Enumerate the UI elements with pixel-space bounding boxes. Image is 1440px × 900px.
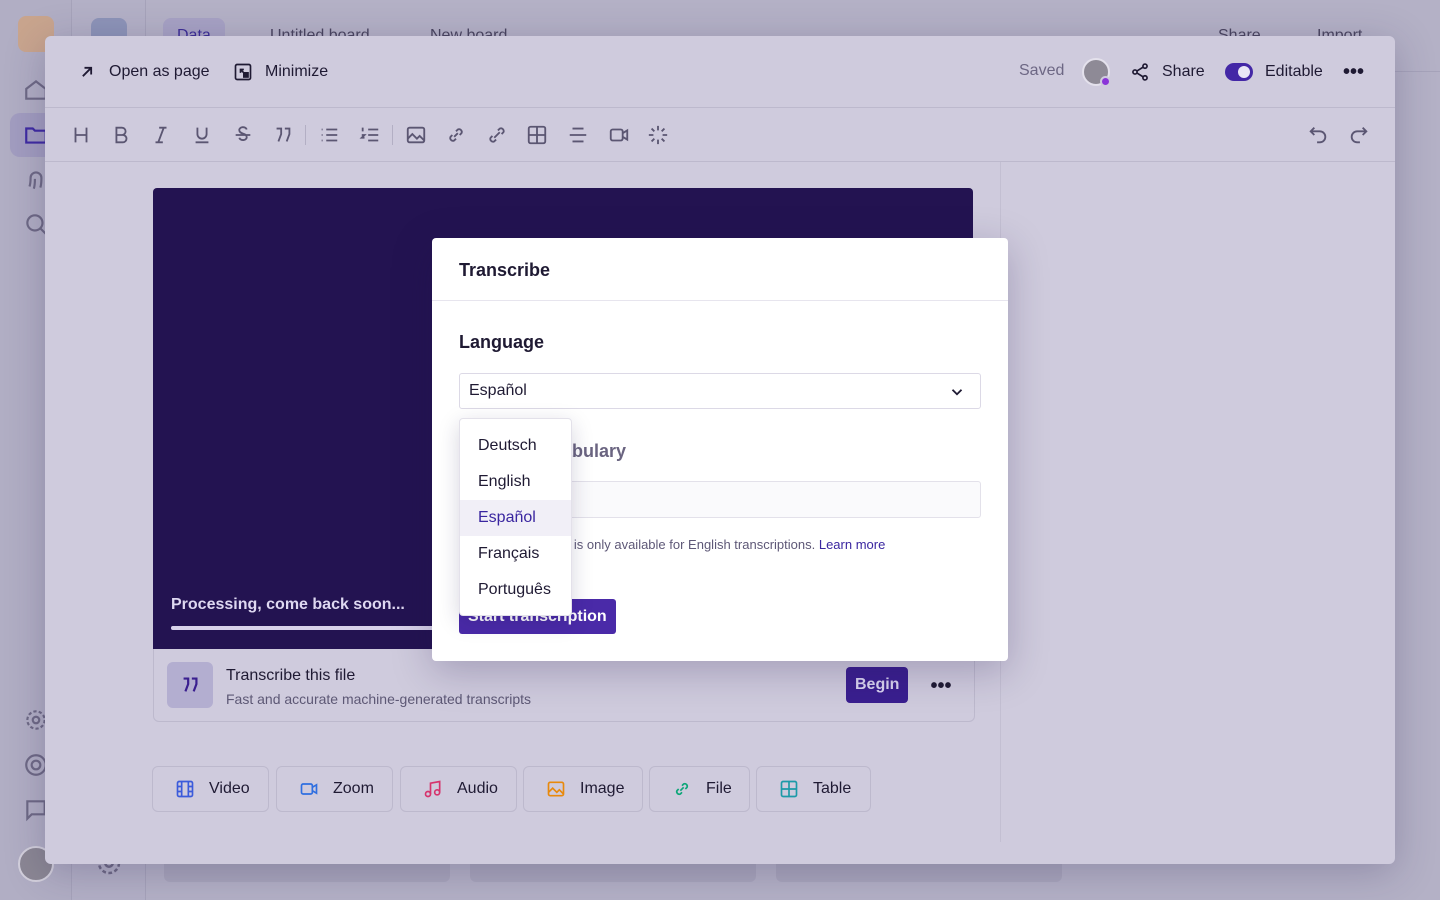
table-icon (780, 780, 798, 798)
open-as-page-label: Open as page (109, 63, 210, 80)
share-button[interactable]: Share (1130, 56, 1205, 88)
toggle-switch[interactable] (1225, 63, 1253, 81)
minimize-icon (234, 63, 252, 81)
language-select[interactable]: Español (459, 373, 981, 409)
chip-audio[interactable]: Audio (400, 766, 517, 812)
presence-dot (1100, 76, 1111, 87)
collaborator-avatar[interactable] (1082, 58, 1111, 87)
heading-icon[interactable] (68, 122, 94, 148)
option-deutsch[interactable]: Deutsch (460, 428, 571, 464)
transcribe-subtitle: Fast and accurate machine-generated tran… (226, 691, 532, 707)
option-english[interactable]: English (460, 464, 571, 500)
numbered-list-icon[interactable] (357, 122, 383, 148)
toolbar-divider (392, 125, 393, 145)
board-card (164, 864, 450, 882)
share-label: Share (1162, 63, 1205, 80)
language-label: Language (459, 332, 545, 352)
language-dropdown: Deutsch English Español Français Portugu… (459, 418, 572, 616)
selected-language: Español (469, 382, 527, 399)
underline-icon[interactable] (189, 122, 215, 148)
bullet-list-icon[interactable] (316, 122, 342, 148)
option-francais[interactable]: Français (460, 536, 571, 572)
chip-image[interactable]: Image (523, 766, 643, 812)
divider-icon[interactable] (565, 122, 591, 148)
chip-label: Audio (457, 780, 498, 797)
chip-label: Table (813, 780, 852, 797)
progress-fill (171, 626, 437, 630)
chip-video[interactable]: Video (152, 766, 269, 812)
video-icon[interactable] (606, 122, 632, 148)
embed-link-icon[interactable] (484, 122, 510, 148)
transcribe-title: Transcribe this file (226, 667, 356, 684)
image-icon[interactable] (403, 122, 429, 148)
undo-icon[interactable] (1305, 122, 1331, 148)
chip-table[interactable]: Table (756, 766, 871, 812)
begin-button[interactable]: Begin (846, 667, 909, 703)
dialog-header: Transcribe (432, 238, 1008, 301)
learn-more-link[interactable]: Learn more (819, 537, 885, 552)
link-icon[interactable] (443, 122, 469, 148)
chip-label: Video (209, 780, 250, 797)
dialog-title: Transcribe (459, 260, 551, 280)
quote-icon (167, 662, 213, 708)
magic-icon[interactable] (645, 122, 671, 148)
bold-icon[interactable] (108, 122, 134, 148)
editable-toggle[interactable]: Editable (1225, 56, 1323, 88)
formatting-toolbar (45, 108, 1395, 162)
minimize-label: Minimize (265, 63, 329, 80)
chip-label: Image (580, 780, 625, 797)
chip-label: File (706, 780, 732, 797)
table-icon[interactable] (524, 122, 550, 148)
camera-icon (300, 783, 318, 795)
board-card (776, 864, 1062, 882)
minimize-button[interactable]: Minimize (233, 56, 328, 88)
chip-label: Zoom (333, 780, 374, 797)
editable-label: Editable (1265, 63, 1323, 80)
image-icon (547, 781, 565, 797)
window-header: Open as page Minimize Saved Share Editab… (45, 36, 1395, 108)
processing-status: Processing, come back soon... (171, 596, 405, 613)
more-icon[interactable]: ••• (928, 673, 954, 699)
strikethrough-icon[interactable] (230, 122, 256, 148)
option-espanol[interactable]: Español (460, 500, 571, 536)
arrow-up-right-icon (82, 66, 93, 77)
toolbar-divider (305, 125, 306, 145)
chip-file[interactable]: File (649, 766, 750, 812)
italic-icon[interactable] (148, 122, 174, 148)
chip-zoom[interactable]: Zoom (276, 766, 393, 812)
share-icon (1132, 63, 1148, 81)
open-as-page-button[interactable]: Open as page (77, 56, 210, 88)
music-icon (424, 780, 441, 798)
quote-icon[interactable] (270, 122, 296, 148)
link-icon (675, 782, 689, 796)
chevron-down-icon (951, 389, 963, 396)
film-icon (176, 780, 194, 798)
redo-icon[interactable] (1346, 122, 1372, 148)
option-portugues[interactable]: Português (460, 572, 571, 608)
saved-status: Saved (1019, 62, 1065, 79)
board-card (470, 864, 756, 882)
more-options-icon[interactable]: ••• (1343, 56, 1364, 88)
